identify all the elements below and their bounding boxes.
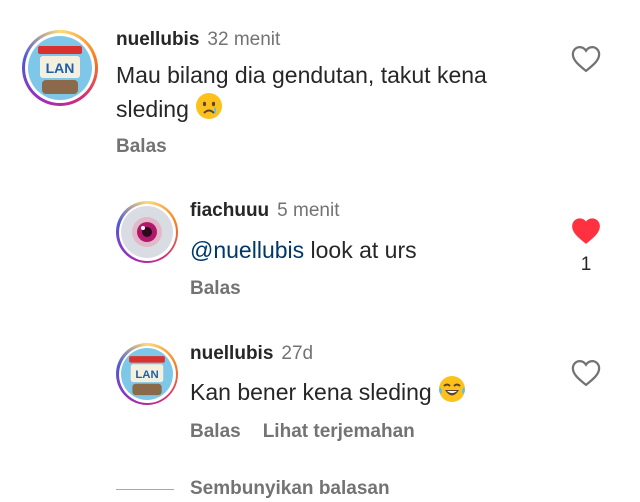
avatar-logo-text: LAN [46, 60, 75, 76]
comment-body: Kan bener kena sleding [190, 379, 432, 405]
comment-text: Kan bener kena sleding [190, 375, 550, 412]
comment-text: @nuellubis look at urs [190, 233, 550, 267]
avatar-image: LAN [121, 348, 173, 400]
comment-username[interactable]: nuellubis [190, 343, 273, 364]
see-translation-button[interactable]: Lihat terjemahan [263, 421, 415, 442]
avatar[interactable]: LAN [22, 30, 98, 106]
comment-body: look at urs [304, 237, 417, 263]
reply-button[interactable]: Balas [190, 421, 241, 442]
hide-replies-button[interactable]: Sembunyikan balasan [116, 478, 390, 500]
comment-timestamp: 32 menit [207, 29, 281, 50]
mention-link[interactable]: @nuellubis [190, 237, 304, 263]
avatar[interactable] [116, 201, 178, 263]
avatar[interactable]: LAN [116, 343, 178, 405]
comment-text: Mau bilang dia gendutan, takut kena sled… [116, 58, 536, 129]
avatar-image [121, 206, 173, 258]
comment-username[interactable]: fiachuuu [190, 200, 269, 221]
avatar-logo-text: LAN [135, 369, 158, 381]
comment-body: Mau bilang dia gendutan, takut kena sled… [116, 62, 487, 122]
comment-timestamp: 5 menit [277, 200, 340, 221]
comment-timestamp: 27d [281, 343, 314, 364]
like-heart-filled-icon[interactable] [571, 217, 601, 245]
like-heart-icon[interactable] [571, 359, 601, 387]
hide-replies-label: Sembunyikan balasan [190, 478, 390, 499]
reply-button[interactable]: Balas [116, 136, 167, 157]
reply-button[interactable]: Balas [190, 278, 241, 299]
like-heart-icon[interactable] [571, 45, 601, 73]
like-count: 1 [580, 254, 592, 275]
crying-face-icon [195, 92, 223, 129]
comment-username[interactable]: nuellubis [116, 29, 199, 50]
avatar-image: LAN [28, 36, 92, 100]
divider-line [116, 488, 174, 490]
tears-of-joy-icon [438, 375, 466, 412]
